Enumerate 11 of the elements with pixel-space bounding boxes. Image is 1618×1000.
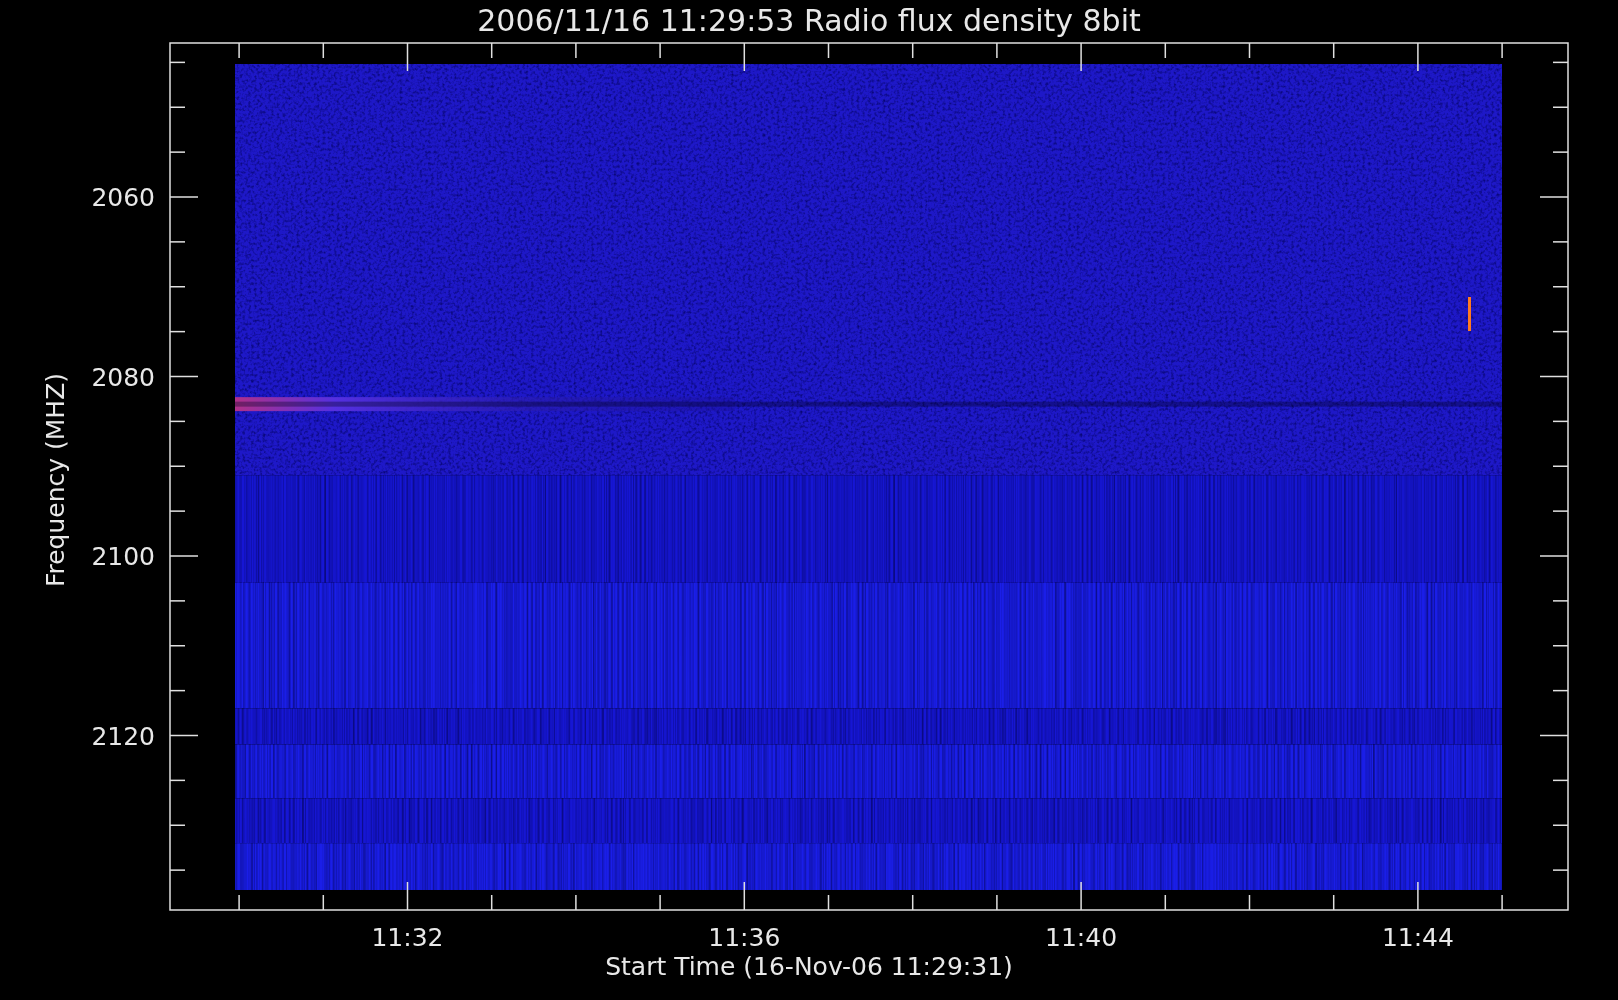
axis-tick-label: 2120 bbox=[91, 721, 155, 751]
axis-tick-label: 2100 bbox=[91, 542, 155, 571]
axis-title: Frequency (MHZ) bbox=[41, 372, 70, 588]
axis-tick-label: 11:40 bbox=[1045, 923, 1118, 952]
axis-tick-label: 11:44 bbox=[1381, 923, 1454, 952]
axis-tick-label: 2080 bbox=[91, 362, 155, 392]
axis-title: Start Time (16-Nov-06 11:29:31) bbox=[605, 952, 1013, 981]
axis-tick-label: 11:36 bbox=[708, 923, 781, 952]
axis-tick-label: 11:32 bbox=[371, 923, 444, 952]
axis-tick-label: 2060 bbox=[91, 183, 155, 212]
plot-title: 2006/11/16 11:29:53 Radio flux density 8bit bbox=[477, 3, 1141, 38]
